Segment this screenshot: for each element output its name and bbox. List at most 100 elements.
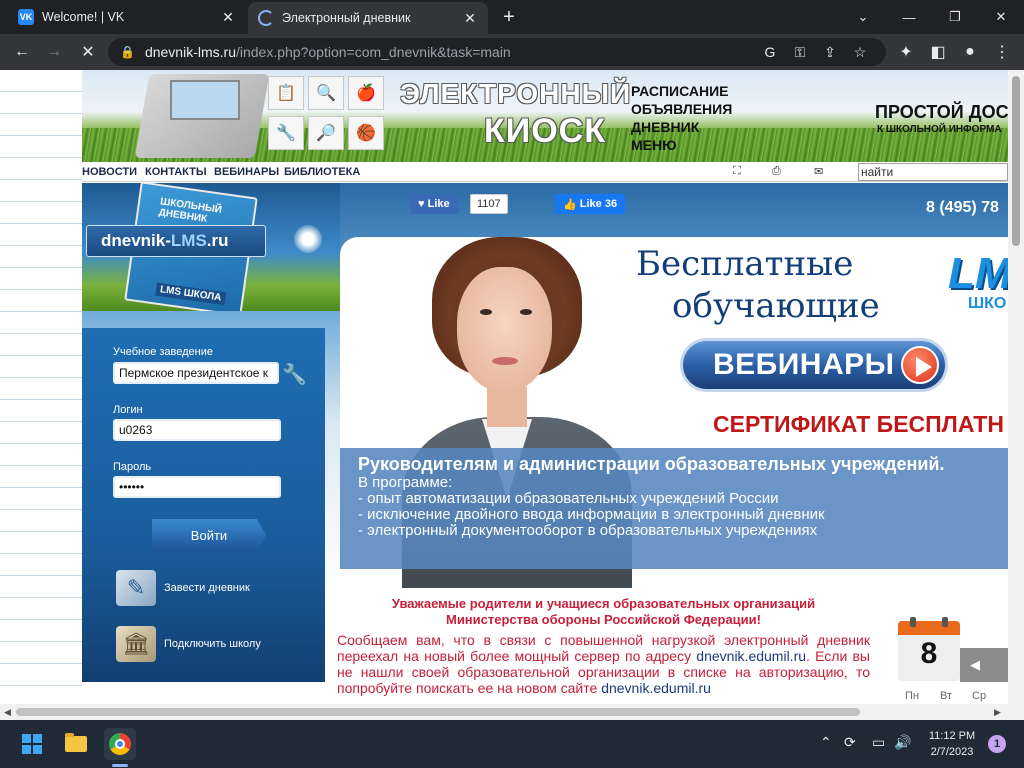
sports-icon: 🏀 (348, 116, 384, 150)
login-panel: Учебное заведение Пермское президентское… (82, 328, 325, 682)
kiosk-banner: 📋 🔍 🍎 🔧 🔎 🏀 ЭЛЕКТРОННЫЙ КИОСК РАСПИСАНИЕ… (82, 70, 1008, 162)
book-subtitle: LMS ШКОЛА (155, 282, 227, 306)
logo-text-tail: .ru (206, 231, 229, 250)
browser-toolbar: ← → ✕ 🔒 dnevnik-lms.ru/index.php?option=… (0, 34, 1024, 70)
vertical-scrollbar[interactable] (1008, 70, 1024, 704)
program-heading: Руководителям и администрации образовате… (358, 454, 945, 474)
bookmark-star-icon[interactable]: ☆ (846, 38, 874, 66)
apple-icon: 🍎 (348, 76, 384, 110)
calendar-header (898, 621, 960, 635)
school-select[interactable]: Пермское президентское к (113, 362, 279, 384)
phone-number: 8 (495) 78 (926, 199, 999, 216)
tab-search-icon[interactable]: ⌄ (840, 0, 886, 34)
password-input[interactable]: •••••• (113, 476, 281, 498)
login-button[interactable]: Войти (152, 519, 266, 551)
minimize-button[interactable]: — (886, 0, 932, 34)
email-icon[interactable]: ✉ (814, 165, 823, 178)
url-host: dnevnik-lms.ru (144, 44, 236, 60)
google-icon[interactable]: G (756, 38, 784, 66)
sync-icon[interactable]: ⟳ (844, 734, 856, 751)
program-line: - опыт автоматизации образовательных учр… (358, 490, 779, 507)
scroll-left-arrow-icon[interactable]: ◀ (4, 707, 11, 718)
fb-like-button[interactable]: 👍 Like 36 (555, 194, 626, 214)
taskbar-clock[interactable]: 11:12 PM 2/7/2023 (920, 728, 984, 760)
site-search-input[interactable]: найти (858, 163, 1008, 181)
horizontal-scrollbar[interactable]: ◀ ▶ (0, 704, 1024, 720)
extensions-icon[interactable]: ✦ (894, 40, 918, 64)
notice-heading-line1: Уважаемые родители и учащиеся образовате… (391, 596, 816, 611)
vk-icon: VK (18, 9, 34, 25)
nav-contacts[interactable]: КОНТАКТЫ (145, 166, 207, 178)
connect-school-link[interactable]: Подключить школу (164, 638, 261, 650)
close-window-button[interactable]: ✕ (978, 0, 1024, 34)
school-building-icon[interactable]: 🏛 (116, 626, 156, 662)
key-icon[interactable]: ⚿ (786, 38, 814, 66)
schedule-icon: 📋 (268, 76, 304, 110)
promo-title-line2: обучающие (672, 286, 880, 326)
webinars-button-label: ВЕБИНАРЫ (713, 348, 895, 381)
logo-text-accent: LMS (170, 231, 207, 250)
site-logo-badge[interactable]: dnevnik- LMS .ru (86, 225, 266, 257)
stop-loading-button[interactable]: ✕ (76, 40, 100, 64)
volume-icon[interactable]: 🔊 (894, 734, 911, 751)
kiosk-screen-image (170, 80, 240, 120)
folder-shape (65, 733, 87, 752)
kiosk-title-line1: ЭЛЕКТРОННЫЙ (400, 78, 632, 109)
edumil-link[interactable]: dnevnik.edumil.ru (696, 648, 806, 664)
webinars-button[interactable]: ВЕБИНАРЫ (680, 338, 948, 392)
side-panel-icon[interactable]: ◧ (926, 40, 950, 64)
nav-webinars[interactable]: ВЕБИНАРЫ (214, 166, 279, 178)
site-container: 📋 🔍 🍎 🔧 🔎 🏀 ЭЛЕКТРОННЫЙ КИОСК РАСПИСАНИЕ… (82, 70, 1008, 704)
print-icon[interactable]: ⎙ (772, 165, 781, 178)
tab-vk[interactable]: VK Welcome! | VK ✕ (8, 0, 246, 34)
tab-dnevnik[interactable]: Электронный дневник ✕ (248, 2, 488, 34)
kiosk-menu-item: МЕНЮ (631, 137, 677, 153)
file-explorer-icon[interactable] (60, 728, 92, 760)
create-diary-icon[interactable]: ✎ (116, 570, 156, 606)
calendar-ring (910, 617, 916, 627)
login-input[interactable]: u0263 (113, 419, 281, 441)
password-label: Пароль (113, 461, 152, 473)
lms-school-logo: LM (948, 249, 1008, 298)
school-label: Учебное заведение (113, 346, 214, 358)
nav-news[interactable]: НОВОСТИ (82, 166, 137, 178)
close-tab-icon[interactable]: ✕ (220, 9, 236, 26)
chrome-taskbar-icon[interactable] (104, 728, 136, 760)
banner-tagline: ПРОСТОЙ ДОСТ (875, 102, 1008, 122)
forward-button[interactable]: → (42, 40, 66, 64)
back-button[interactable]: ← (10, 40, 34, 64)
vk-like-button[interactable]: ♥ Like (410, 194, 458, 214)
edumil-link[interactable]: dnevnik.edumil.ru (601, 680, 711, 696)
nav-library[interactable]: БИБЛИОТЕКА (284, 166, 360, 178)
notification-badge[interactable]: 1 (988, 735, 1006, 753)
create-diary-link[interactable]: Завести дневник (164, 582, 250, 594)
scroll-right-arrow-icon[interactable]: ▶ (994, 707, 1001, 718)
tray-chevron-icon[interactable]: ⌃ (820, 734, 832, 751)
calendar-ring (942, 617, 948, 627)
calendar-icon[interactable]: 8 (898, 617, 960, 681)
start-button[interactable] (16, 728, 48, 760)
close-tab-icon[interactable]: ✕ (462, 10, 478, 27)
url-path: /index.php?option=com_dnevnik&task=main (235, 44, 511, 60)
vertical-scroll-thumb[interactable] (1012, 76, 1020, 246)
clock-date: 2/7/2023 (930, 746, 974, 758)
weekday-label: Ср (972, 690, 987, 702)
calendar-prev-button[interactable]: ◀ (960, 648, 1008, 682)
calendar-day: 8 (920, 637, 938, 670)
program-line: - исключение двойного ввода информации в… (358, 506, 825, 523)
webinar-promo[interactable]: Бесплатные обучающие LM ШКО ВЕБИНАРЫ СЕР… (340, 237, 1008, 588)
clock-time: 11:12 PM (928, 730, 976, 742)
sitemap-icon[interactable]: ⛶ (733, 165, 741, 178)
address-bar[interactable]: 🔒 dnevnik-lms.ru/index.php?option=com_dn… (108, 38, 886, 66)
horizontal-scroll-thumb[interactable] (16, 708, 860, 716)
wrench-icon[interactable]: 🔧 (282, 362, 307, 386)
restore-button[interactable]: ❐ (932, 0, 978, 34)
kiosk-title-line2: КИОСК (484, 112, 606, 150)
profile-icon[interactable]: ● (958, 40, 982, 64)
kiosk-menu-item: ОБЪЯВЛЕНИЯ (631, 101, 733, 117)
display-icon[interactable]: ▭ (872, 734, 885, 751)
new-tab-button[interactable]: + (498, 6, 520, 28)
share-icon[interactable]: ⇪ (816, 38, 844, 66)
notice-block: Уважаемые родители и учащиеся образовате… (337, 596, 870, 696)
menu-kebab-icon[interactable]: ⋮ (990, 40, 1014, 64)
